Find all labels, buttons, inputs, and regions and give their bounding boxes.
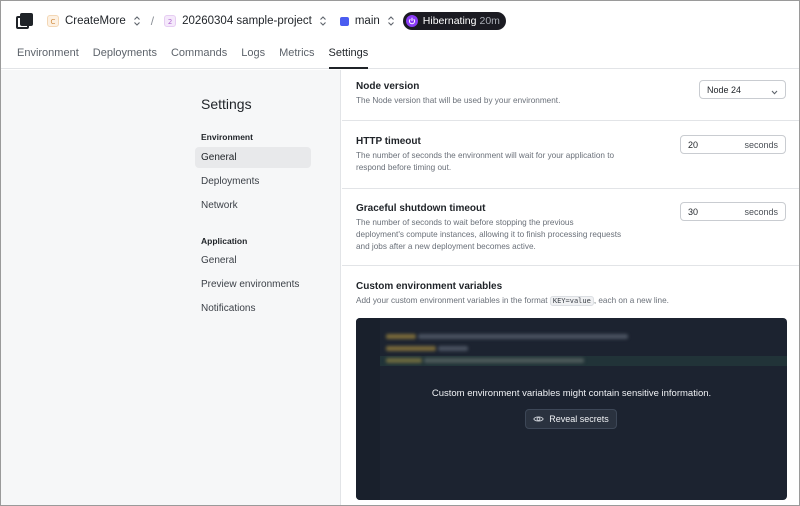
hibernating-status-badge[interactable]: Hibernating 20m [402,12,506,30]
graceful-shutdown-section: Graceful shutdown timeout The number of … [342,189,799,266]
graceful-shutdown-description-1: The number of seconds to wait before sto… [356,218,574,227]
blurred-secret-value [438,346,468,351]
sidebar-item-environment-general[interactable]: General [195,147,311,168]
reveal-secrets-button[interactable]: Reveal secrets [525,409,617,429]
project-switcher[interactable]: 2 20260304 sample-project [164,15,327,27]
org-avatar: C [47,15,59,27]
tab-metrics[interactable]: Metrics [279,41,314,68]
blurred-secret-key [386,358,422,363]
graceful-shutdown-description-3: and jobs after a new deployment becomes … [356,242,536,251]
http-timeout-title: HTTP timeout [356,136,421,147]
sidebar-item-environment-deployments[interactable]: Deployments [195,171,311,192]
breadcrumb-separator: / [150,14,155,28]
status-time: 20m [479,15,500,27]
branch-name: main [354,15,380,27]
node-version-section: Node version The Node version that will … [342,70,799,121]
settings-main: Node version The Node version that will … [342,70,799,505]
node-version-value: Node 24 [707,84,742,95]
http-timeout-value: 20 [688,139,699,150]
app-logo-icon[interactable] [16,12,33,30]
project-avatar: 2 [164,15,177,27]
env-vars-title: Custom environment variables [356,281,503,292]
editor-gutter [356,318,380,500]
http-timeout-input[interactable]: 20 seconds [680,135,786,154]
tab-commands[interactable]: Commands [171,41,227,68]
sidebar-group-application: Application [201,236,248,246]
tab-bar: Environment Deployments Commands Logs Me… [1,41,799,69]
sidebar-item-application-general[interactable]: General [195,250,311,271]
status-label: Hibernating [422,15,477,27]
format-code-chip: KEY=value [549,296,594,306]
graceful-shutdown-value: 30 [688,206,699,217]
branch-switcher[interactable]: main [339,15,395,27]
tab-deployments[interactable]: Deployments [93,41,157,68]
settings-sidebar: Settings Environment General Deployments… [1,70,341,505]
chevron-updown-icon [133,15,141,27]
power-icon [405,15,418,27]
sensitive-info-warning: Custom environment variables might conta… [431,388,712,399]
sidebar-item-preview-environments[interactable]: Preview environments [195,274,311,295]
blurred-secret-key [386,334,416,339]
graceful-shutdown-input[interactable]: 30 seconds [680,202,786,221]
sidebar-item-notifications[interactable]: Notifications [195,298,311,319]
http-timeout-unit: seconds [744,140,778,150]
eye-icon [533,416,544,422]
blurred-secret-value [424,358,584,363]
node-version-select[interactable]: Node 24 [699,80,786,99]
chevron-down-icon [771,87,778,97]
blurred-secret-key [386,346,436,351]
http-timeout-description-1: The number of seconds the environment wi… [356,151,615,160]
blurred-secret-value [418,334,628,339]
org-switcher[interactable]: C CreateMore [47,15,141,27]
project-name: 20260304 sample-project [182,15,312,27]
env-vars-editor[interactable]: Custom environment variables might conta… [356,318,787,500]
tab-environment[interactable]: Environment [17,41,79,68]
http-timeout-section: HTTP timeout The number of seconds the e… [342,121,799,189]
chevron-updown-icon [387,15,395,27]
env-vars-description: Add your custom environment variables in… [356,296,669,306]
graceful-shutdown-title: Graceful shutdown timeout [356,203,486,214]
reveal-secrets-label: Reveal secrets [549,414,609,424]
chevron-updown-icon [319,15,327,27]
top-bar: C CreateMore / 2 20260304 sample-project… [1,1,799,41]
org-name: CreateMore [65,15,126,27]
http-timeout-description-2: respond before timing out. [356,163,452,172]
sidebar-group-environment: Environment [201,132,253,142]
graceful-shutdown-description-2: deployment's compute instances, allowing… [356,230,622,239]
tab-logs[interactable]: Logs [241,41,265,68]
app-window: C CreateMore / 2 20260304 sample-project… [0,0,800,506]
node-version-title: Node version [356,81,420,92]
sidebar-title: Settings [201,96,252,112]
sidebar-item-environment-network[interactable]: Network [195,195,311,216]
tab-settings[interactable]: Settings [328,41,368,69]
node-version-description: The Node version that will be used by yo… [356,96,561,105]
branch-icon [339,16,349,26]
graceful-shutdown-unit: seconds [744,207,778,217]
